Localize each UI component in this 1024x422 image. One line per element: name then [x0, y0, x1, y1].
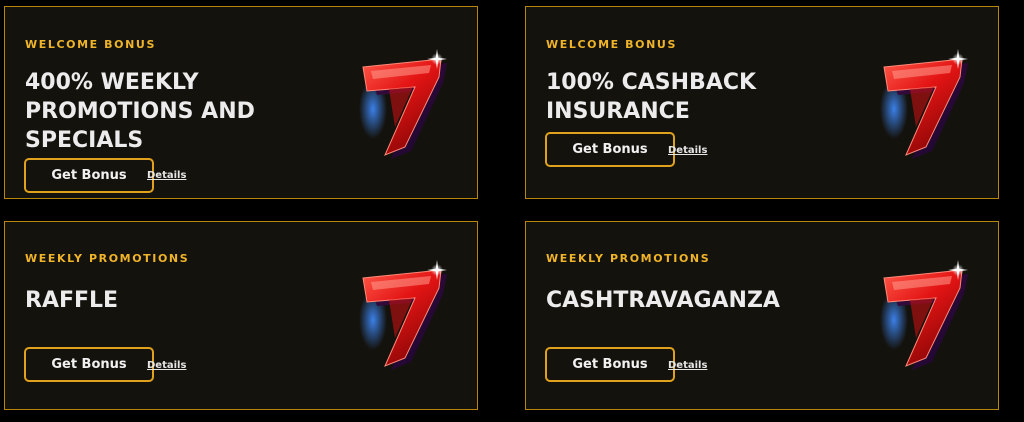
promo-tag: WELCOME BONUS: [25, 38, 156, 51]
promo-card-raffle: WEEKLY PROMOTIONS RAFFLE Get Bonus Detai…: [4, 221, 478, 410]
get-bonus-button[interactable]: Get Bonus: [545, 132, 675, 167]
details-link[interactable]: Details: [668, 360, 707, 371]
promo-card-cashtravaganza: WEEKLY PROMOTIONS CASHTRAVAGANZA Get Bon…: [525, 221, 999, 410]
get-bonus-button[interactable]: Get Bonus: [545, 347, 675, 382]
promo-title: RAFFLE: [25, 288, 119, 313]
lucky-seven-icon: [868, 258, 978, 378]
get-bonus-button[interactable]: Get Bonus: [24, 158, 154, 193]
promo-card-cashback-insurance: WELCOME BONUS 100% CASHBACK INSURANCE Ge…: [525, 6, 999, 199]
lucky-seven-icon: [868, 47, 978, 167]
lucky-seven-icon: [347, 47, 457, 167]
details-link[interactable]: Details: [147, 170, 186, 181]
promo-title: CASHTRAVAGANZA: [546, 288, 780, 313]
lucky-seven-icon: [347, 258, 457, 378]
promo-title: 400% WEEKLY PROMOTIONS AND SPECIALS: [25, 70, 255, 153]
promo-card-weekly-specials: WELCOME BONUS 400% WEEKLY PROMOTIONS AND…: [4, 6, 478, 199]
get-bonus-button[interactable]: Get Bonus: [24, 347, 154, 382]
details-link[interactable]: Details: [147, 360, 186, 371]
promo-tag: WEEKLY PROMOTIONS: [25, 252, 190, 265]
details-link[interactable]: Details: [668, 145, 707, 156]
promo-title: 100% CASHBACK INSURANCE: [546, 70, 757, 124]
promo-tag: WEEKLY PROMOTIONS: [546, 252, 711, 265]
promo-tag: WELCOME BONUS: [546, 38, 677, 51]
